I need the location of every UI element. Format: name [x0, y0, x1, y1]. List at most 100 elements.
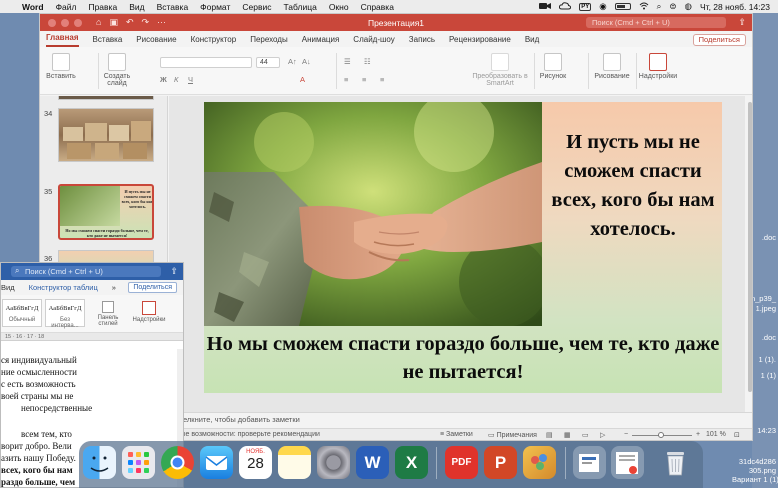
word-icon[interactable]: W	[356, 446, 389, 479]
font-name-field[interactable]	[160, 57, 252, 68]
menubar-clock[interactable]: Чт, 28 нояб. 14:23	[700, 2, 770, 12]
share-icon[interactable]: ⇪	[170, 266, 178, 277]
desktop-file-label[interactable]: 305.png	[698, 466, 776, 475]
desktop-file-label[interactable]: Вариант 1 (1)	[732, 475, 778, 484]
convert-smartart-button[interactable]: Преобразовать в SmartArt	[472, 53, 528, 87]
mail-icon[interactable]	[200, 446, 233, 479]
menu-edit[interactable]: Правка	[88, 2, 117, 12]
slideshow-icon[interactable]: ▷	[600, 431, 605, 439]
notes-field[interactable]: елкните, чтобы добавить заметки	[169, 412, 752, 428]
italic-icon[interactable]: К	[174, 75, 178, 84]
desktop-file-label[interactable]: 1 (1).	[758, 355, 776, 364]
numbering-icon[interactable]: ☷	[364, 57, 371, 66]
control-center-icon[interactable]: ⊜	[669, 1, 676, 12]
font-size-field[interactable]: 44	[256, 57, 280, 68]
desktop-file-label[interactable]: n_p39_	[751, 294, 776, 303]
font-color-icon[interactable]: A	[300, 75, 305, 84]
preview-icon[interactable]	[523, 446, 556, 479]
menu-window[interactable]: Окно	[329, 2, 349, 12]
handshake-photo[interactable]	[204, 102, 542, 326]
align-left-icon[interactable]: ≡	[344, 75, 348, 84]
cloud-icon[interactable]	[559, 1, 572, 12]
zoom-level[interactable]: 101 %	[706, 431, 726, 438]
accessibility-status[interactable]: ьные возможности: проверьте рекомендации	[173, 431, 320, 438]
notes-icon[interactable]	[278, 446, 311, 479]
tab-slideshow[interactable]: Слайд-шоу	[353, 35, 394, 47]
desktop-file-label[interactable]: .doc	[762, 333, 776, 342]
addins-button[interactable]: Надстройки	[638, 53, 678, 80]
comments-toggle-button[interactable]: ▭ Примечания	[488, 431, 537, 439]
bullets-icon[interactable]: ☰	[344, 57, 351, 66]
tab-table-design[interactable]: Конструктор таблиц	[29, 283, 98, 292]
share-button[interactable]: Поделиться	[692, 34, 746, 46]
bold-icon[interactable]: Ж	[160, 75, 167, 84]
picture-button[interactable]: Рисунок	[538, 53, 568, 80]
canvas-scrollbar[interactable]	[748, 96, 752, 412]
calendar-icon[interactable]: НОЯБ. 28	[239, 446, 272, 479]
ppt-search-input[interactable]: Поиск (Cmd + Ctrl + U)	[586, 17, 726, 28]
desktop-file-label[interactable]: 14:23	[754, 426, 776, 435]
spotlight-search-icon[interactable]: ⌕	[657, 1, 662, 12]
zoom-in-icon[interactable]: +	[696, 431, 700, 438]
align-center-icon[interactable]: ≡	[362, 75, 366, 84]
menu-view[interactable]: Вид	[129, 2, 144, 12]
menu-file[interactable]: Файл	[56, 2, 77, 12]
zoom-out-icon[interactable]: −	[624, 431, 628, 438]
sound-icon[interactable]: ◉	[599, 1, 606, 12]
underline-icon[interactable]: Ч	[188, 75, 193, 84]
reading-view-icon[interactable]: ▭	[582, 431, 589, 439]
desktop-file-label[interactable]: 1 (1)	[761, 371, 776, 380]
fit-slide-icon[interactable]: ⊡	[734, 431, 740, 439]
menu-insert[interactable]: Вставка	[157, 2, 189, 12]
tab-draw[interactable]: Рисование	[136, 35, 176, 47]
menu-table[interactable]: Таблица	[283, 2, 316, 12]
desktop-file-label[interactable]: 1.jpeg	[756, 304, 776, 313]
align-right-icon[interactable]: ≡	[380, 75, 384, 84]
slide-thumbnail[interactable]	[58, 108, 154, 162]
sorter-view-icon[interactable]: ▦	[564, 431, 571, 439]
style-normal[interactable]: АаБбВвГгД Обычный	[2, 299, 42, 327]
increase-font-icon[interactable]: A↑	[288, 57, 297, 66]
documents-stack-icon[interactable]	[611, 446, 644, 479]
video-camera-icon[interactable]	[539, 2, 552, 12]
new-slide-button[interactable]: Создать слайд	[102, 53, 132, 87]
menu-app-name[interactable]: Word	[22, 2, 44, 12]
tab-animations[interactable]: Анимация	[302, 35, 340, 47]
pdf-icon[interactable]: PDF	[445, 446, 478, 479]
chrome-icon[interactable]	[161, 446, 194, 479]
input-source-badge[interactable]: PY	[579, 2, 592, 11]
zoom-slider-thumb[interactable]	[658, 432, 664, 438]
styles-pane-button[interactable]: Панель стилей	[95, 301, 121, 327]
share-button[interactable]: Поделиться	[128, 282, 177, 293]
excel-icon[interactable]: X	[395, 446, 428, 479]
decrease-font-icon[interactable]: A↓	[302, 57, 311, 66]
addins-button[interactable]: Надстройки	[129, 301, 169, 323]
redo-icon[interactable]: ↷	[142, 17, 150, 28]
finder-icon[interactable]	[83, 446, 116, 479]
siri-icon[interactable]: ◍	[685, 1, 692, 12]
paste-button[interactable]: Вставить	[46, 53, 76, 80]
close-window-button[interactable]	[48, 18, 56, 27]
word-search-input[interactable]: Поиск (Cmd + Ctrl + U)	[11, 265, 161, 277]
tab-transitions[interactable]: Переходы	[250, 35, 288, 47]
tab-review[interactable]: Рецензирование	[449, 35, 511, 47]
notes-toggle-button[interactable]: ≡ Заметки	[440, 431, 473, 438]
wifi-icon[interactable]	[639, 2, 649, 12]
slide-quote-text[interactable]: И пусть мы не сможем спасти всех, кого б…	[544, 128, 722, 244]
launchpad-icon[interactable]	[122, 446, 155, 479]
more-icon[interactable]: ···	[157, 17, 166, 28]
home-icon[interactable]: ⌂	[96, 17, 101, 28]
save-icon[interactable]: ▣	[109, 17, 118, 28]
desktop-file-label[interactable]: .doc	[762, 233, 776, 242]
slide-caption-text[interactable]: Но мы сможем спасти гораздо больше, чем …	[204, 330, 722, 386]
tab-design[interactable]: Конструктор	[191, 35, 237, 47]
downloads-stack-icon[interactable]	[573, 446, 606, 479]
tab-insert[interactable]: Вставка	[93, 35, 123, 47]
slide-thumbnail-selected[interactable]: И пусть мы не сможем спасти всех, кого б…	[58, 184, 154, 240]
minimize-window-button[interactable]	[61, 18, 69, 27]
powerpoint-icon[interactable]: P	[484, 446, 517, 479]
menu-tools[interactable]: Сервис	[242, 2, 271, 12]
menu-format[interactable]: Формат	[200, 2, 230, 12]
tab-view[interactable]: Вид	[1, 283, 15, 292]
scroll-thumb[interactable]	[748, 102, 752, 392]
